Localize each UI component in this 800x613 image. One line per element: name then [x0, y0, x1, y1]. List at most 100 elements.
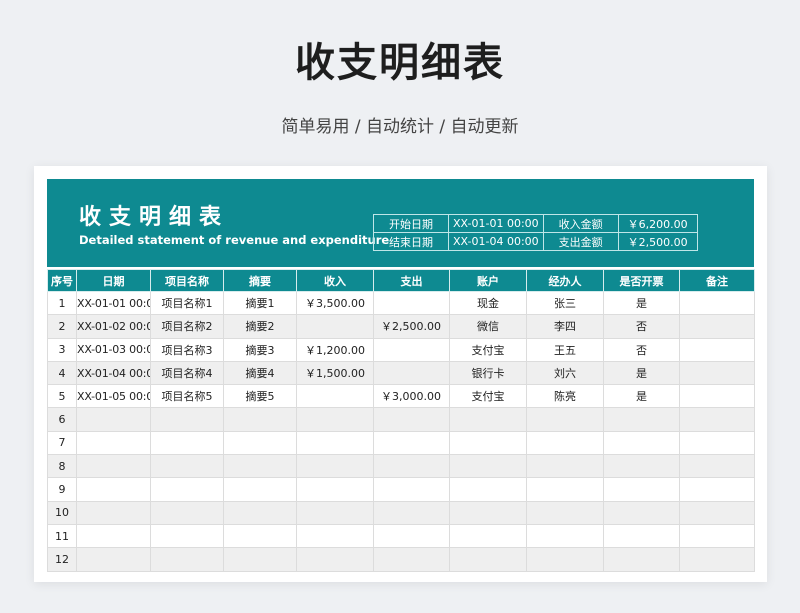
cell-account[interactable]	[449, 523, 527, 549]
cell-income[interactable]	[296, 454, 374, 479]
cell-handler[interactable]	[526, 407, 604, 432]
cell-handler[interactable]: 李四	[526, 314, 604, 339]
cell-invoice[interactable]: 否	[603, 337, 680, 362]
cell-expense[interactable]	[373, 430, 450, 456]
cell-expense[interactable]	[373, 500, 450, 525]
cell-income[interactable]: ￥1,200.00	[296, 337, 374, 362]
cell-expense[interactable]	[373, 477, 450, 502]
cell-account[interactable]	[449, 407, 527, 432]
cell-invoice[interactable]: 是	[603, 360, 680, 386]
cell-project[interactable]	[150, 454, 224, 479]
cell-summary[interactable]	[223, 500, 297, 525]
cell-summary[interactable]: 摘要1	[223, 290, 297, 316]
cell-handler[interactable]	[526, 500, 604, 525]
cell-index[interactable]: 9	[47, 477, 77, 502]
cell-remark[interactable]	[679, 500, 755, 525]
cell-summary[interactable]	[223, 454, 297, 479]
cell-invoice[interactable]: 否	[603, 314, 680, 339]
cell-summary[interactable]	[223, 523, 297, 549]
cell-income[interactable]	[296, 477, 374, 502]
cell-account[interactable]: 支付宝	[449, 337, 527, 362]
cell-income[interactable]: ￥3,500.00	[296, 290, 374, 316]
col-header[interactable]: 账户	[449, 269, 527, 292]
cell-income[interactable]	[296, 314, 374, 339]
cell-income[interactable]: ￥1,500.00	[296, 360, 374, 386]
cell-income[interactable]	[296, 430, 374, 456]
cell-remark[interactable]	[679, 384, 755, 409]
cell-index[interactable]: 8	[47, 454, 77, 479]
cell-income[interactable]	[296, 407, 374, 432]
cell-project[interactable]: 项目名称1	[150, 290, 224, 316]
cell-invoice[interactable]	[603, 454, 680, 479]
cell-project[interactable]	[150, 547, 224, 572]
cell-expense[interactable]	[373, 290, 450, 316]
cell-expense[interactable]: ￥2,500.00	[373, 314, 450, 339]
cell-expense[interactable]	[373, 337, 450, 362]
cell-date[interactable]	[76, 523, 151, 549]
col-header[interactable]: 项目名称	[150, 269, 224, 292]
cell-handler[interactable]	[526, 547, 604, 572]
cell-handler[interactable]: 王五	[526, 337, 604, 362]
cell-handler[interactable]: 陈亮	[526, 384, 604, 409]
start-date-value[interactable]: XX-01-01 00:00	[448, 214, 544, 233]
cell-index[interactable]: 3	[47, 337, 77, 362]
cell-date[interactable]	[76, 454, 151, 479]
cell-project[interactable]	[150, 523, 224, 549]
col-header[interactable]: 经办人	[526, 269, 604, 292]
cell-invoice[interactable]	[603, 407, 680, 432]
cell-income[interactable]	[296, 547, 374, 572]
cell-summary[interactable]	[223, 430, 297, 456]
cell-project[interactable]: 项目名称4	[150, 360, 224, 386]
cell-invoice[interactable]	[603, 547, 680, 572]
col-header[interactable]: 收入	[296, 269, 374, 292]
cell-handler[interactable]: 张三	[526, 290, 604, 316]
cell-index[interactable]: 12	[47, 547, 77, 572]
income-total-value[interactable]: ￥6,200.00	[617, 214, 698, 233]
cell-project[interactable]: 项目名称3	[150, 337, 224, 362]
cell-date[interactable]: XX-01-03 00:00	[76, 337, 151, 362]
cell-summary[interactable]	[223, 547, 297, 572]
cell-account[interactable]	[449, 454, 527, 479]
cell-date[interactable]	[76, 407, 151, 432]
cell-remark[interactable]	[679, 337, 755, 362]
cell-remark[interactable]	[679, 314, 755, 339]
cell-date[interactable]	[76, 477, 151, 502]
cell-invoice[interactable]	[603, 523, 680, 549]
cell-date[interactable]: XX-01-01 00:00	[76, 290, 151, 316]
col-header[interactable]: 序号	[47, 269, 77, 292]
cell-expense[interactable]: ￥3,000.00	[373, 384, 450, 409]
cell-date[interactable]: XX-01-05 00:00	[76, 384, 151, 409]
col-header[interactable]: 日期	[76, 269, 151, 292]
cell-expense[interactable]	[373, 547, 450, 572]
cell-handler[interactable]: 刘六	[526, 360, 604, 386]
cell-remark[interactable]	[679, 407, 755, 432]
cell-summary[interactable]: 摘要5	[223, 384, 297, 409]
col-header[interactable]: 是否开票	[603, 269, 680, 292]
cell-project[interactable]	[150, 430, 224, 456]
cell-invoice[interactable]: 是	[603, 290, 680, 316]
cell-date[interactable]: XX-01-04 00:00	[76, 360, 151, 386]
col-header[interactable]: 支出	[373, 269, 450, 292]
cell-income[interactable]	[296, 523, 374, 549]
cell-account[interactable]	[449, 500, 527, 525]
cell-remark[interactable]	[679, 523, 755, 549]
cell-expense[interactable]	[373, 407, 450, 432]
cell-account[interactable]	[449, 477, 527, 502]
expense-total-value[interactable]: ￥2,500.00	[617, 232, 698, 251]
col-header[interactable]: 摘要	[223, 269, 297, 292]
cell-date[interactable]	[76, 430, 151, 456]
cell-date[interactable]	[76, 547, 151, 572]
cell-project[interactable]	[150, 407, 224, 432]
cell-invoice[interactable]	[603, 430, 680, 456]
cell-expense[interactable]	[373, 454, 450, 479]
cell-index[interactable]: 2	[47, 314, 77, 339]
cell-date[interactable]: XX-01-02 00:00	[76, 314, 151, 339]
cell-invoice[interactable]	[603, 477, 680, 502]
cell-account[interactable]: 现金	[449, 290, 527, 316]
cell-remark[interactable]	[679, 547, 755, 572]
col-header[interactable]: 备注	[679, 269, 755, 292]
cell-remark[interactable]	[679, 290, 755, 316]
cell-invoice[interactable]: 是	[603, 384, 680, 409]
cell-index[interactable]: 7	[47, 430, 77, 456]
cell-index[interactable]: 1	[47, 290, 77, 316]
